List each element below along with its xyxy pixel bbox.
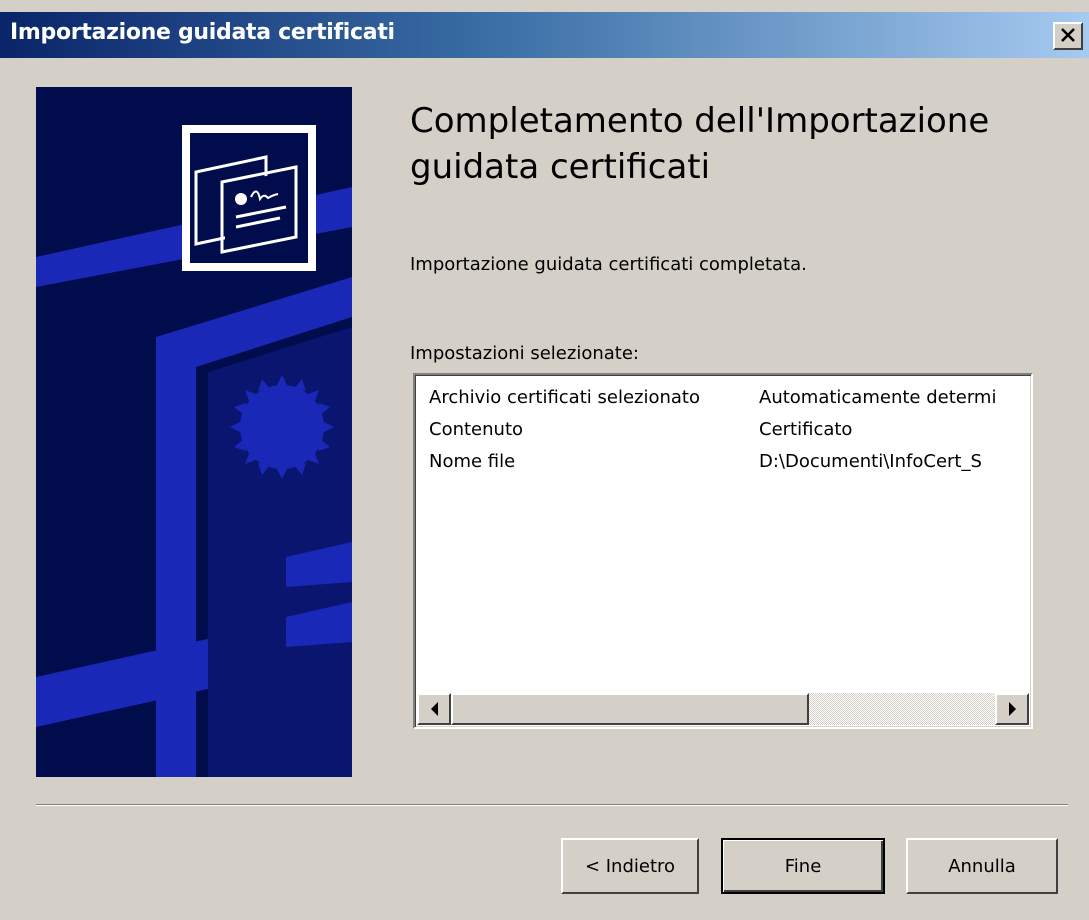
scroll-left-button[interactable] [417, 693, 451, 725]
wizard-window: Importazione guidata certificati Complet… [0, 0, 1089, 920]
cancel-button[interactable]: Annulla [906, 838, 1058, 894]
wizard-side-graphic [36, 87, 352, 777]
setting-value: D:\Documenti\InfoCert_S [759, 451, 982, 472]
settings-list[interactable]: Archivio certificati selezionato Automat… [413, 373, 1033, 729]
scrollbar-thumb[interactable] [451, 693, 809, 725]
setting-name: Nome file [429, 451, 516, 472]
scroll-right-button[interactable] [995, 693, 1029, 725]
scroll-left-arrow-icon [430, 702, 438, 716]
list-item[interactable]: Archivio certificati selezionato Automat… [429, 387, 1029, 419]
close-icon [1060, 27, 1076, 46]
title-bar[interactable]: Importazione guidata certificati [0, 12, 1089, 58]
setting-value: Certificato [759, 419, 853, 440]
setting-name: Archivio certificati selezionato [429, 387, 700, 408]
list-item[interactable]: Contenuto Certificato [429, 419, 1029, 451]
footer-separator [36, 804, 1068, 806]
scroll-right-arrow-icon [1008, 702, 1016, 716]
seal-graphic [230, 375, 334, 479]
page-title: Completamento dell'Importazione guidata … [410, 101, 990, 187]
close-button[interactable] [1053, 22, 1083, 50]
certificate-icon [182, 125, 316, 271]
list-item[interactable]: Nome file D:\Documenti\InfoCert_S [429, 451, 1029, 483]
back-button[interactable]: < Indietro [561, 838, 699, 894]
finish-button[interactable]: Fine [721, 838, 885, 894]
settings-label: Impostazioni selezionate: [410, 343, 639, 364]
setting-name: Contenuto [429, 419, 524, 440]
window-title: Importazione guidata certificati [10, 20, 395, 45]
horizontal-scrollbar[interactable] [417, 693, 1029, 725]
completion-message: Importazione guidata certificati complet… [410, 254, 807, 275]
setting-value: Automaticamente determi [759, 387, 997, 408]
